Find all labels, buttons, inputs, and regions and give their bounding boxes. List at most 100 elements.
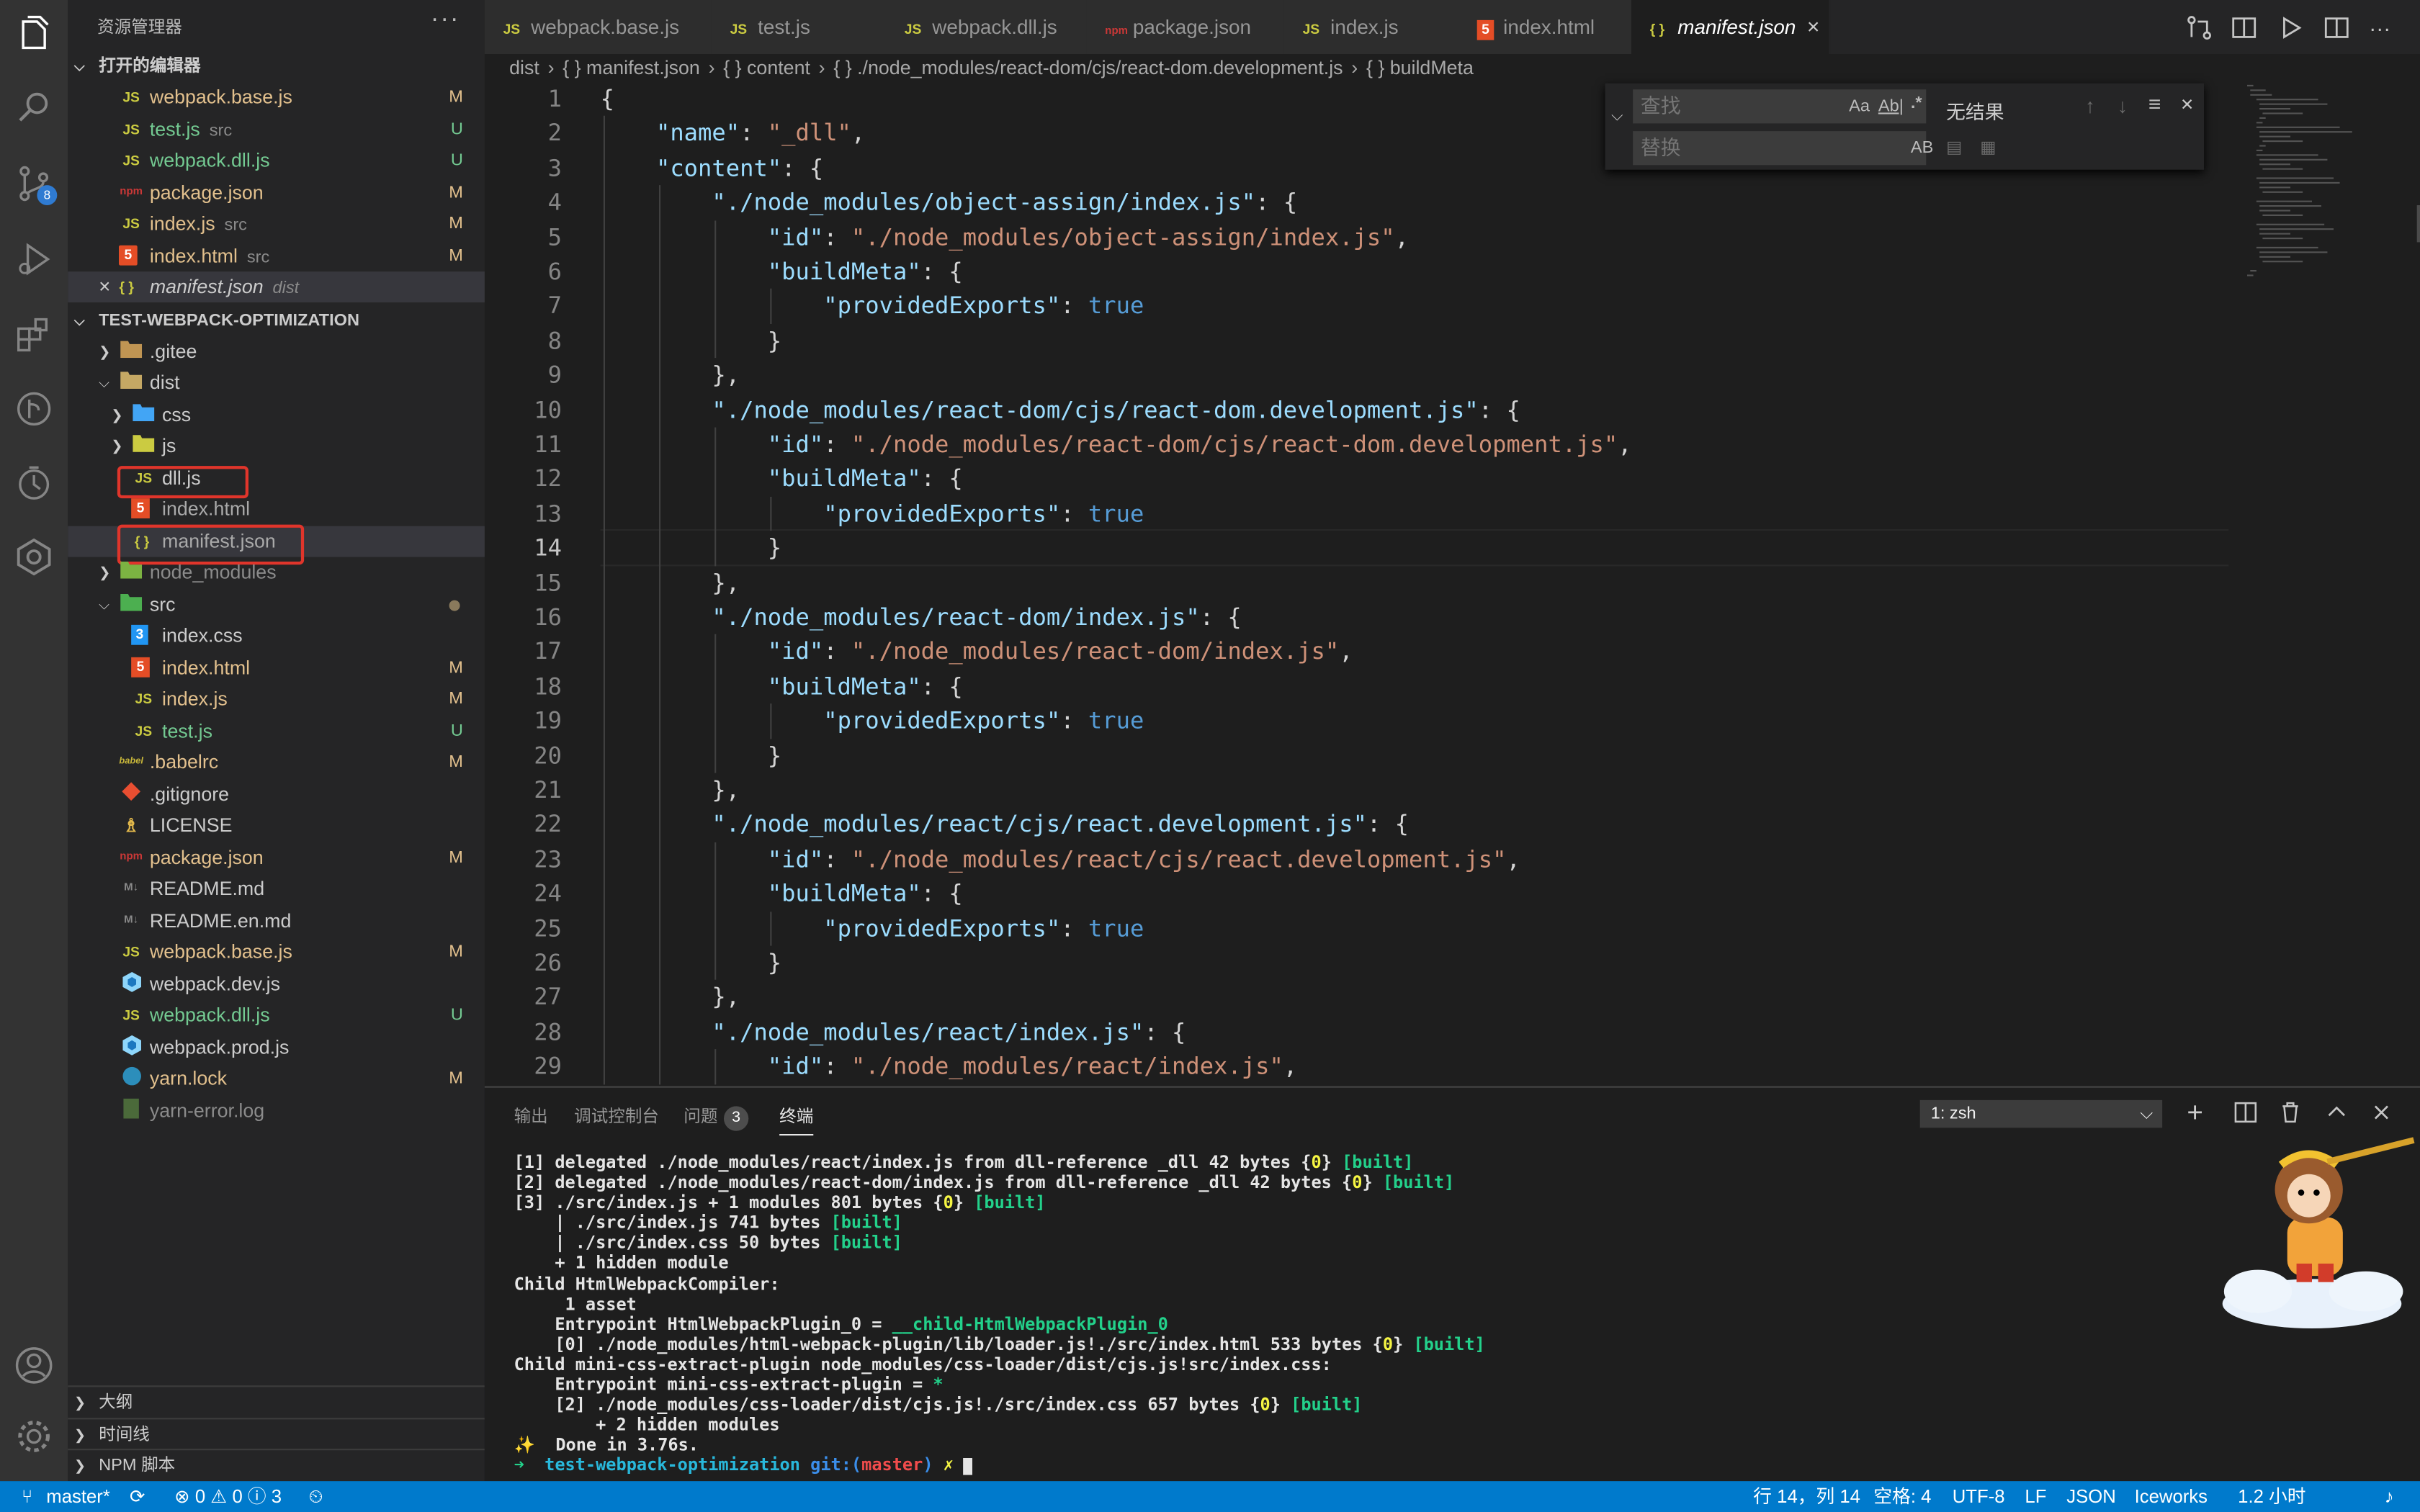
tree-item-file[interactable]: JS webpack.base.js M: [68, 937, 485, 968]
close-icon[interactable]: ×: [2181, 91, 2194, 115]
arrow-down-icon[interactable]: ↓: [2118, 94, 2128, 117]
encoding[interactable]: UTF-8: [1953, 1481, 2005, 1512]
search-icon[interactable]: [14, 88, 54, 128]
breadcrumb-item[interactable]: { } manifest.json: [563, 57, 700, 78]
files-icon[interactable]: [14, 12, 54, 53]
cursor-position[interactable]: 行 14，列 14: [1753, 1481, 1860, 1512]
tree-item-file[interactable]: 5 index.html M: [68, 652, 485, 683]
run-debug-icon[interactable]: [14, 239, 54, 279]
tab-terminal[interactable]: 终端: [779, 1100, 814, 1136]
npm-scripts-section[interactable]: ❯ NPM 脚本: [68, 1449, 485, 1481]
tree-item-folder[interactable]: ❯ js: [68, 431, 485, 462]
replace-icon[interactable]: ▤: [1946, 138, 1962, 158]
tree-item-file[interactable]: JS test.js U: [68, 716, 485, 747]
git-graph-icon[interactable]: [14, 389, 54, 429]
tree-item-folder[interactable]: ❯ css: [68, 400, 485, 431]
open-editor-item-active[interactable]: × { } manifest.json dist: [68, 271, 485, 302]
tree-item-file[interactable]: yarn.lock M: [68, 1063, 485, 1094]
tree-item-file[interactable]: webpack.prod.js: [68, 1032, 485, 1063]
open-changes-icon[interactable]: [2185, 14, 2213, 42]
tree-item-file[interactable]: npm package.json M: [68, 842, 485, 873]
minimap[interactable]: [2232, 82, 2420, 1086]
indentation[interactable]: 空格: 4: [1873, 1481, 1931, 1512]
replace-all-icon[interactable]: ▦: [1980, 138, 1996, 158]
open-editor-item[interactable]: JS webpack.dll.js U: [68, 145, 485, 176]
tree-item-file[interactable]: 3 index.css: [68, 620, 485, 651]
tab-test-js[interactable]: JS test.js: [711, 0, 888, 54]
tree-item-file[interactable]: .gitignore: [68, 779, 485, 810]
tab-output[interactable]: 输出: [514, 1100, 548, 1134]
replace-input[interactable]: [1633, 131, 1927, 166]
split-editor-icon[interactable]: [2323, 14, 2351, 42]
more-actions-icon[interactable]: ···: [2369, 14, 2397, 42]
tree-item-file[interactable]: yarn-error.log: [68, 1095, 485, 1126]
breadcrumb-item[interactable]: { } buildMeta: [1366, 57, 1474, 78]
tab-problems[interactable]: 问题 3: [684, 1100, 749, 1134]
open-editor-item[interactable]: 5 index.html src M: [68, 240, 485, 271]
trash-icon[interactable]: [2278, 1100, 2303, 1125]
open-editor-item[interactable]: JS index.js src M: [68, 208, 485, 239]
history-icon[interactable]: ⏲: [309, 1481, 323, 1512]
tree-item-folder[interactable]: ⌵ src: [68, 590, 485, 621]
line-ending[interactable]: LF: [2025, 1481, 2046, 1512]
tab-manifest-json[interactable]: { } manifest.json ×: [1631, 0, 1831, 54]
language-mode[interactable]: JSON: [2066, 1481, 2116, 1512]
settings-gear-icon[interactable]: [14, 1416, 54, 1457]
project-header[interactable]: ⌵ TEST-WEBPACK-OPTIMIZATION: [68, 305, 485, 336]
code-editor[interactable]: 1 2 3 4 5 6 7 8 9 10 11 12 13 14 15 16 17 18 19 20 21 22 23 24 2…: [485, 82, 2420, 1086]
extensions-icon[interactable]: [14, 315, 54, 355]
terminal-output[interactable]: [1] delegated ./node_modules/react/index…: [514, 1153, 1485, 1476]
split-terminal-icon[interactable]: [2233, 1100, 2258, 1125]
close-icon[interactable]: ×: [1807, 0, 1820, 54]
open-editors-header[interactable]: ⌵ 打开的编辑器: [68, 51, 485, 82]
chevron-up-icon[interactable]: [2324, 1100, 2349, 1125]
terminal-selector[interactable]: 1: zsh ⌵: [1919, 1099, 2163, 1128]
tab-webpack-base[interactable]: JS webpack.base.js: [484, 0, 713, 54]
sync-icon[interactable]: ⟳: [130, 1481, 145, 1512]
tab-index-html[interactable]: 5 index.html: [1458, 0, 1634, 54]
regex-toggle[interactable]: .*: [1911, 94, 1922, 113]
tree-item-file[interactable]: ♗ LICENSE: [68, 810, 485, 841]
tree-item-folder[interactable]: ⌵ dist: [68, 367, 485, 398]
open-preview-icon[interactable]: [2230, 14, 2258, 42]
more-actions-icon[interactable]: ···: [431, 6, 460, 35]
timeline-section[interactable]: ❯ 时间线: [68, 1418, 485, 1450]
open-editor-item[interactable]: npm package.json M: [68, 177, 485, 208]
iceworks-icon[interactable]: [14, 537, 54, 577]
chevron-down-icon[interactable]: ⌵: [1611, 108, 1623, 125]
tree-item-file[interactable]: M↓ README.md: [68, 873, 485, 904]
tab-webpack-dll[interactable]: JS webpack.dll.js: [886, 0, 1088, 54]
find-in-selection-icon[interactable]: ≡: [2148, 91, 2161, 115]
problems-indicator[interactable]: ⊗ 0 ⚠ 0 ⓘ 3: [174, 1481, 282, 1512]
match-case-toggle[interactable]: Aa: [1849, 97, 1870, 116]
iceworks-status[interactable]: Iceworks: [2135, 1481, 2208, 1512]
breadcrumb-item[interactable]: { } ./node_modules/react-dom/cjs/react-d…: [833, 57, 1343, 78]
time-tracker[interactable]: 1.2 小时: [2238, 1481, 2305, 1512]
run-icon[interactable]: [2277, 14, 2305, 42]
tab-debug-console[interactable]: 调试控制台: [574, 1100, 659, 1134]
tree-item-folder[interactable]: ❯ node_modules: [68, 557, 485, 588]
tree-item-file[interactable]: webpack.dev.js: [68, 969, 485, 1000]
open-editor-item[interactable]: JS webpack.base.js M: [68, 82, 485, 113]
branch-name[interactable]: master*: [46, 1481, 110, 1512]
tree-item-folder[interactable]: ❯ .gitee: [68, 336, 485, 367]
open-editor-item[interactable]: JS test.js src U: [68, 114, 485, 145]
tree-item-file[interactable]: JS webpack.dll.js U: [68, 1000, 485, 1031]
whole-word-toggle[interactable]: Ab|: [1878, 97, 1904, 116]
preserve-case-toggle[interactable]: AB: [1911, 139, 1933, 158]
close-icon[interactable]: ×: [99, 271, 110, 302]
tree-item-file[interactable]: M↓ README.en.md: [68, 906, 485, 937]
new-terminal-icon[interactable]: +: [2187, 1099, 2211, 1127]
arrow-up-icon[interactable]: ↑: [2085, 94, 2095, 117]
tree-item-file[interactable]: JS index.js M: [68, 683, 485, 714]
bell-icon[interactable]: ♪: [2385, 1481, 2394, 1512]
tab-index-js[interactable]: JS index.js: [1283, 0, 1461, 54]
tab-package-json[interactable]: npm package.json: [1086, 0, 1286, 54]
account-icon[interactable]: [14, 1346, 54, 1386]
breadcrumb-item[interactable]: { } content: [723, 57, 810, 78]
timeline-icon[interactable]: [14, 463, 54, 503]
close-panel-icon[interactable]: [2369, 1100, 2393, 1125]
tree-item-file[interactable]: babel .babelrc M: [68, 747, 485, 778]
breadcrumb-item[interactable]: dist: [509, 57, 539, 78]
outline-section[interactable]: ❯ 大纲: [68, 1385, 485, 1418]
